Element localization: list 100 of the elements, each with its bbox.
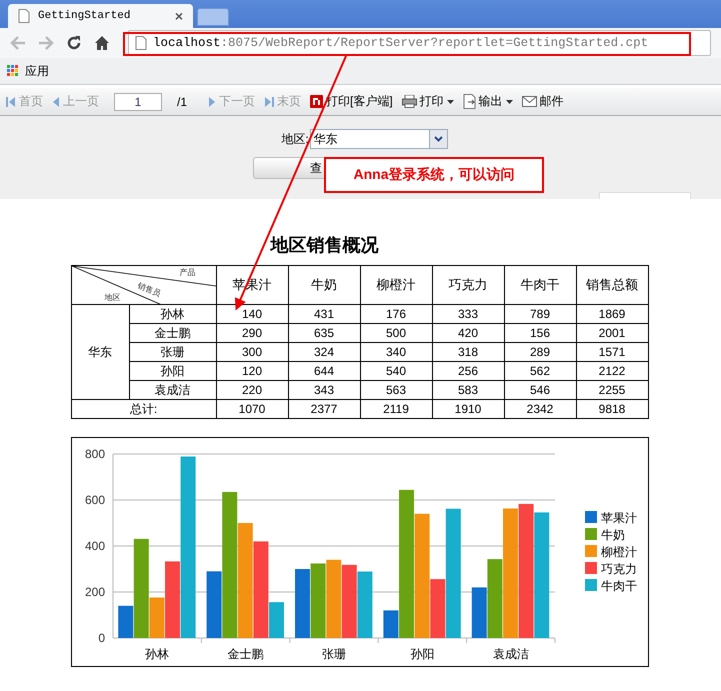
column-header: 牛奶 xyxy=(288,266,360,304)
table-cell: 324 xyxy=(288,342,360,362)
y-tick-label: 0 xyxy=(98,631,104,645)
table-cell: 300 xyxy=(216,342,288,362)
total-cell: 2119 xyxy=(360,400,432,418)
report-title: 地区销售概况 xyxy=(270,234,378,257)
x-axis-label: 金士鹏 xyxy=(227,647,264,661)
table-cell: 431 xyxy=(288,304,360,324)
table-cell: 290 xyxy=(216,324,288,342)
x-axis-label: 孙林 xyxy=(144,647,169,661)
x-axis-label: 张珊 xyxy=(322,647,346,661)
table-cell: 420 xyxy=(432,324,504,342)
table-cell: 546 xyxy=(504,380,576,400)
new-tab-button[interactable] xyxy=(197,8,229,26)
total-cell: 1910 xyxy=(432,400,504,418)
table-cell: 540 xyxy=(360,362,432,380)
table-cell: 2122 xyxy=(576,362,648,380)
table-cell: 340 xyxy=(360,342,432,362)
y-tick-label: 600 xyxy=(84,493,104,507)
table-cell: 2255 xyxy=(576,380,648,400)
chevron-down-icon xyxy=(434,136,443,142)
y-tick-label: 400 xyxy=(84,539,104,553)
legend-label: 巧克力 xyxy=(600,562,636,576)
apps-icon xyxy=(7,65,19,77)
total-cell: 2377 xyxy=(288,400,360,418)
table-cell: 140 xyxy=(216,304,288,324)
table-cell: 500 xyxy=(360,324,432,342)
tab-title: GettingStarted xyxy=(38,10,132,22)
table-cell: 1571 xyxy=(576,342,648,362)
table-cell: 2001 xyxy=(576,324,648,342)
region-cell: 华东 xyxy=(71,304,129,400)
previous-icon xyxy=(52,96,60,108)
x-axis-label: 袁成洁 xyxy=(492,647,528,661)
caret-icon xyxy=(506,100,513,104)
caret-icon xyxy=(446,100,454,104)
table-cell: 789 xyxy=(504,304,576,324)
region-dropdown[interactable]: 华东 xyxy=(310,129,448,149)
total-label: 总计: xyxy=(71,400,216,418)
back-icon[interactable] xyxy=(10,36,26,50)
salesperson-cell: 张珊 xyxy=(129,342,216,362)
legend-label: 苹果汁 xyxy=(600,511,636,525)
page-icon xyxy=(135,36,147,50)
salesperson-cell: 孙林 xyxy=(129,304,216,324)
corner-label: 产品 xyxy=(180,267,196,278)
page-icon xyxy=(18,9,30,23)
legend-label: 柳橙汁 xyxy=(600,545,636,559)
salesperson-cell: 孙阳 xyxy=(129,362,216,380)
mail-icon xyxy=(522,96,537,107)
corner-label: 地区 xyxy=(104,292,120,303)
forward-icon[interactable] xyxy=(38,36,54,50)
table-cell: 176 xyxy=(360,304,432,324)
last-page-icon xyxy=(264,96,274,108)
table-cell: 333 xyxy=(432,304,504,324)
table-cell: 635 xyxy=(288,324,360,342)
legend-label: 牛肉干 xyxy=(600,579,636,593)
total-cell: 9818 xyxy=(576,400,648,418)
table-cell: 563 xyxy=(360,380,432,400)
column-header: 巧克力 xyxy=(432,266,504,304)
x-axis-label: 孙阳 xyxy=(410,647,434,661)
toolbar-button[interactable]: 输出 xyxy=(462,93,513,110)
printer-icon xyxy=(402,95,417,108)
table-cell: 318 xyxy=(432,342,504,362)
home-icon[interactable] xyxy=(94,35,110,51)
toolbar-button[interactable]: 打印 xyxy=(402,93,454,110)
print-client-icon xyxy=(310,95,324,108)
table-cell: 583 xyxy=(432,380,504,400)
table-cell: 289 xyxy=(504,342,576,362)
region-label: 地区: xyxy=(281,130,309,148)
table-cell: 343 xyxy=(288,380,360,400)
legend-label: 牛奶 xyxy=(600,528,624,542)
column-header: 柳橙汁 xyxy=(360,266,432,304)
table-cell: 220 xyxy=(216,380,288,400)
table-cell: 156 xyxy=(504,324,576,342)
first-page-icon xyxy=(6,96,16,108)
column-header: 销售总额 xyxy=(576,266,648,304)
corner-label: 销售员 xyxy=(135,280,162,300)
salesperson-cell: 袁成洁 xyxy=(129,380,216,400)
table-cell: 644 xyxy=(288,362,360,380)
bar xyxy=(356,572,372,638)
page-total: /1 xyxy=(177,94,188,108)
export-icon xyxy=(462,94,476,109)
url-text: localhost:8075/WebReport/ReportServer?reportlet=GettingStarted.cpt xyxy=(153,36,648,50)
table-cell: 256 xyxy=(432,362,504,380)
total-cell: 2342 xyxy=(504,400,576,418)
collapse-tab[interactable] xyxy=(599,192,691,199)
browser-tab[interactable]: GettingStarted × xyxy=(8,4,193,28)
bookmark-item[interactable]: 应用 xyxy=(7,62,49,80)
annotation-tooltip: Anna登录系统，可以访问 xyxy=(324,157,544,193)
salesperson-cell: 金士鹏 xyxy=(129,324,216,342)
bar xyxy=(294,569,310,638)
column-header: 牛肉干 xyxy=(504,266,576,304)
next-icon xyxy=(208,96,216,108)
y-tick-label: 800 xyxy=(84,447,104,461)
table-cell: 1869 xyxy=(576,304,648,324)
close-icon[interactable]: × xyxy=(174,8,183,24)
page-number-field[interactable]: 1 xyxy=(114,92,162,110)
table-cell: 120 xyxy=(216,362,288,380)
toolbar-button[interactable]: 邮件 xyxy=(522,93,564,110)
table-cell: 562 xyxy=(504,362,576,380)
reload-icon[interactable] xyxy=(66,35,82,51)
